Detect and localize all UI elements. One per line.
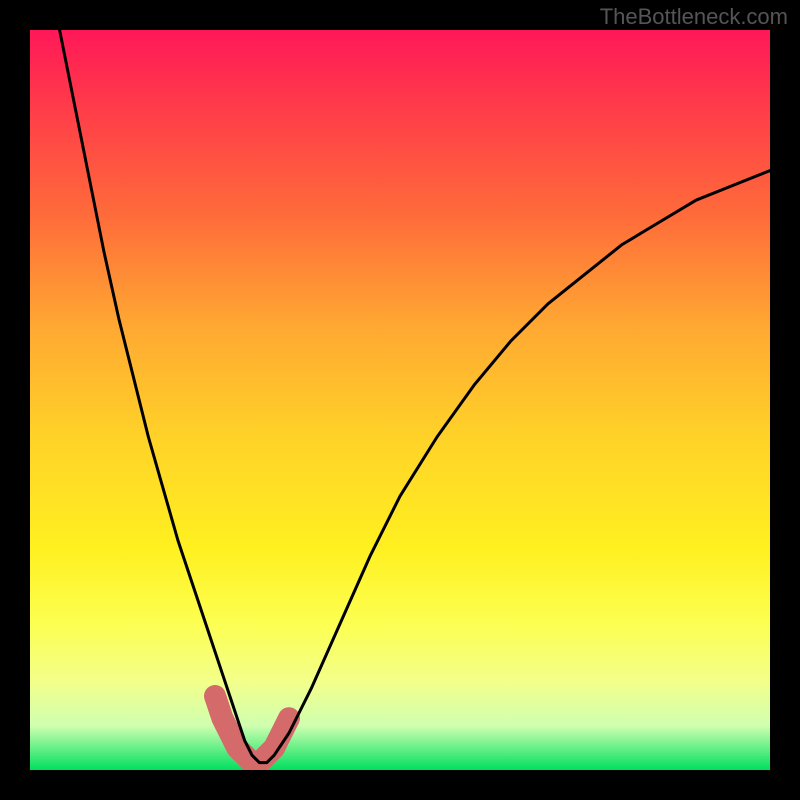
main-curve: [60, 30, 770, 763]
chart-svg: [30, 30, 770, 770]
watermark-text: TheBottleneck.com: [600, 4, 788, 30]
plot-area: [30, 30, 770, 770]
